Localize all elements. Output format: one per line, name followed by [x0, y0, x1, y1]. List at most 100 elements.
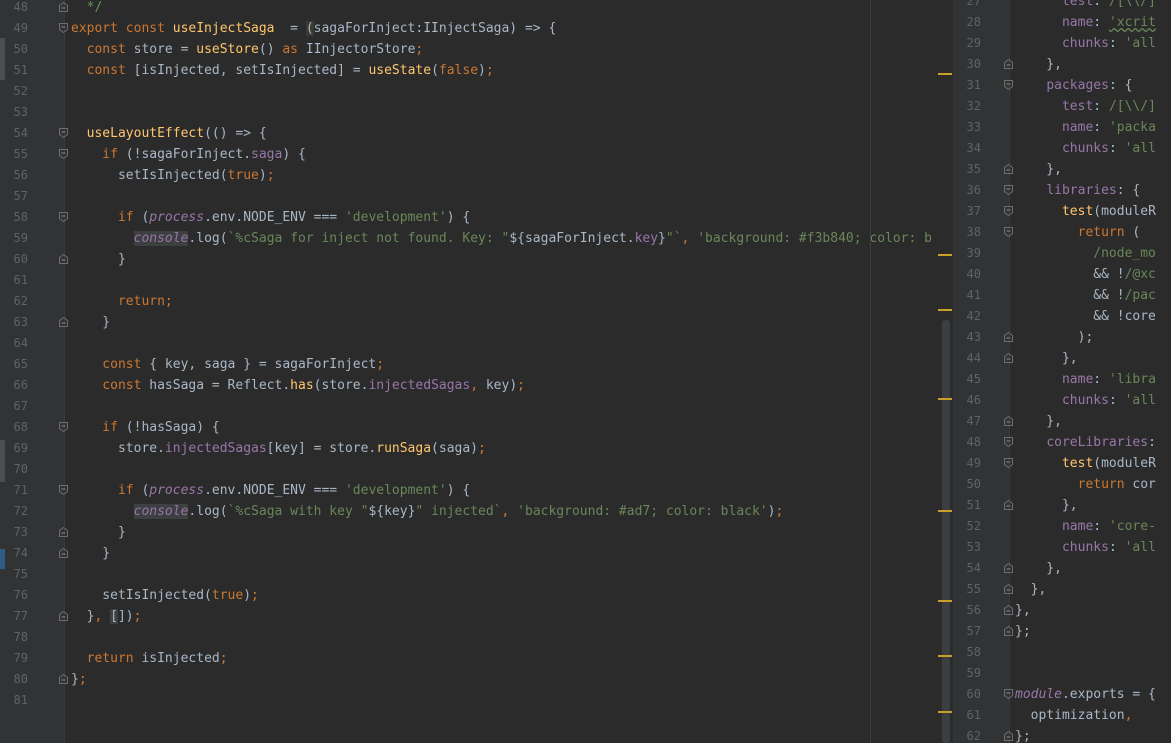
code-line[interactable]: 43 ); [953, 327, 1171, 348]
code-line[interactable]: 28 name: 'xcrit [953, 12, 1171, 33]
code-line[interactable]: 52 name: 'core- [953, 516, 1171, 537]
code-line[interactable]: 36 libraries: { [953, 180, 1171, 201]
warning-stripe-marker[interactable] [938, 398, 952, 400]
code-line[interactable]: 62}; [953, 726, 1171, 743]
code-line[interactable]: 70 [0, 459, 953, 480]
code-line[interactable]: 65 const { key, saga } = sagaForInject; [0, 354, 953, 375]
code-line[interactable]: 59 [953, 663, 1171, 684]
code-line[interactable]: 54 useLayoutEffect(() => { [0, 123, 953, 144]
fold-start-icon[interactable] [59, 128, 68, 138]
fold-end-icon[interactable] [1004, 164, 1013, 174]
fold-end-icon[interactable] [1004, 59, 1013, 69]
code-line[interactable]: 55 }, [953, 579, 1171, 600]
code-line[interactable]: 56}, [953, 600, 1171, 621]
code-line[interactable]: 76 setIsInjected(true); [0, 585, 953, 606]
code-line[interactable]: 52 [0, 81, 953, 102]
fold-start-icon[interactable] [1004, 185, 1013, 195]
code-line[interactable]: 59 console.log(`%cSaga for inject not fo… [0, 228, 953, 249]
code-line[interactable]: 57}; [953, 621, 1171, 642]
fold-end-icon[interactable] [1004, 353, 1013, 363]
code-line[interactable]: 57 [0, 186, 953, 207]
code-line[interactable]: 72 console.log(`%cSaga with key "${key}"… [0, 501, 953, 522]
fold-end-icon[interactable] [59, 548, 68, 558]
fold-end-icon[interactable] [59, 674, 68, 684]
fold-start-icon[interactable] [59, 149, 68, 159]
code-line[interactable]: 33 name: 'packa [953, 117, 1171, 138]
code-line[interactable]: 62 return; [0, 291, 953, 312]
code-line[interactable]: 46 chunks: 'all [953, 390, 1171, 411]
code-line[interactable]: 61 optimization, [953, 705, 1171, 726]
fold-start-icon[interactable] [59, 212, 68, 222]
warning-stripe-marker[interactable] [938, 510, 952, 512]
code-line[interactable]: 51 }, [953, 495, 1171, 516]
code-line[interactable]: 50 const store = useStore() as IInjector… [0, 39, 953, 60]
warning-stripe-marker[interactable] [938, 655, 952, 657]
left-code-lines[interactable]: 48 */49 export const useInjectSaga = (sag… [0, 0, 953, 711]
code-line[interactable]: 64 [0, 333, 953, 354]
fold-end-icon[interactable] [1004, 584, 1013, 594]
code-line[interactable]: 54 }, [953, 558, 1171, 579]
code-line[interactable]: 41 && !/pac [953, 285, 1171, 306]
code-line[interactable]: 35 }, [953, 159, 1171, 180]
right-editor-pane[interactable]: 27 test: /[\\/] 28 name: 'xcrit 29 chunks:… [953, 0, 1171, 743]
code-line[interactable]: 79 return isInjected; [0, 648, 953, 669]
warning-stripe-marker[interactable] [938, 73, 952, 75]
fold-end-icon[interactable] [59, 317, 68, 327]
fold-end-icon[interactable] [1004, 332, 1013, 342]
warning-stripe-marker[interactable] [938, 254, 952, 256]
code-line[interactable]: 61 [0, 270, 953, 291]
code-line[interactable]: 80}; [0, 669, 953, 690]
code-line[interactable]: 45 name: 'libra [953, 369, 1171, 390]
code-line[interactable]: 67 [0, 396, 953, 417]
fold-end-icon[interactable] [59, 2, 68, 12]
code-line[interactable]: 78 [0, 627, 953, 648]
fold-end-icon[interactable] [59, 611, 68, 621]
left-scrollbar-thumb[interactable] [942, 320, 950, 743]
warning-stripe-marker[interactable] [938, 711, 952, 713]
code-line[interactable]: 27 test: /[\\/] [953, 0, 1171, 12]
right-code-lines[interactable]: 27 test: /[\\/] 28 name: 'xcrit 29 chunks:… [953, 0, 1171, 743]
code-line[interactable]: 49 export const useInjectSaga = (sagaForI… [0, 18, 953, 39]
fold-start-icon[interactable] [1004, 437, 1013, 447]
fold-start-icon[interactable] [1004, 689, 1013, 699]
fold-start-icon[interactable] [1004, 80, 1013, 90]
code-line[interactable]: 53 chunks: 'all [953, 537, 1171, 558]
fold-start-icon[interactable] [59, 422, 68, 432]
code-line[interactable]: 81 [0, 690, 953, 711]
code-line[interactable]: 39 /node_mo [953, 243, 1171, 264]
code-line[interactable]: 38 return ( [953, 222, 1171, 243]
fold-end-icon[interactable] [59, 254, 68, 264]
fold-start-icon[interactable] [59, 485, 68, 495]
code-line[interactable]: 71 if (process.env.NODE_ENV === 'develop… [0, 480, 953, 501]
fold-end-icon[interactable] [1004, 731, 1013, 741]
code-line[interactable]: 47 }, [953, 411, 1171, 432]
code-line[interactable]: 51 const [isInjected, setIsInjected] = u… [0, 60, 953, 81]
warning-stripe-marker[interactable] [938, 600, 952, 602]
code-line[interactable]: 49 test(moduleR [953, 453, 1171, 474]
code-line[interactable]: 44 }, [953, 348, 1171, 369]
code-line[interactable]: 74 } [0, 543, 953, 564]
fold-end-icon[interactable] [1004, 416, 1013, 426]
code-line[interactable]: 75 [0, 564, 953, 585]
warning-stripe-marker[interactable] [938, 309, 952, 311]
code-line[interactable]: 29 chunks: 'all [953, 33, 1171, 54]
code-line[interactable]: 31 packages: { [953, 75, 1171, 96]
code-line[interactable]: 42 && !core [953, 306, 1171, 327]
code-line[interactable]: 32 test: /[\\/] [953, 96, 1171, 117]
code-line[interactable]: 30 }, [953, 54, 1171, 75]
fold-start-icon[interactable] [59, 23, 68, 33]
code-line[interactable]: 66 const hasSaga = Reflect.has(store.inj… [0, 375, 953, 396]
fold-start-icon[interactable] [1004, 458, 1013, 468]
code-line[interactable]: 68 if (!hasSaga) { [0, 417, 953, 438]
code-line[interactable]: 56 setIsInjected(true); [0, 165, 953, 186]
code-line[interactable]: 58 if (process.env.NODE_ENV === 'develop… [0, 207, 953, 228]
code-line[interactable]: 50 return cor [953, 474, 1171, 495]
code-line[interactable]: 73 } [0, 522, 953, 543]
fold-end-icon[interactable] [1004, 500, 1013, 510]
fold-end-icon[interactable] [1004, 626, 1013, 636]
fold-end-icon[interactable] [1004, 563, 1013, 573]
code-line[interactable]: 53 [0, 102, 953, 123]
code-line[interactable]: 60 module.exports = { [953, 684, 1171, 705]
code-line[interactable]: 55 if (!sagaForInject.saga) { [0, 144, 953, 165]
code-line[interactable]: 69 store.injectedSagas[key] = store.runS… [0, 438, 953, 459]
